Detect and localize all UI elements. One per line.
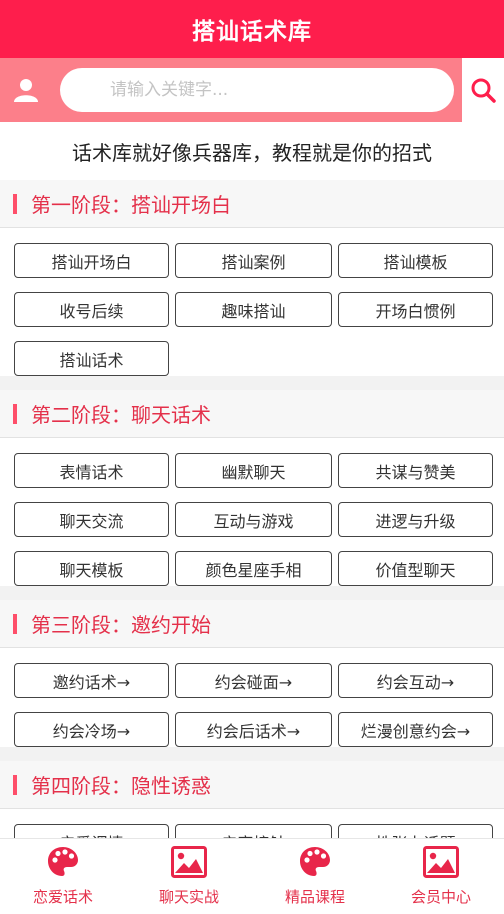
section-divider: [0, 747, 504, 761]
topic-button[interactable]: 开场白惯例: [338, 292, 493, 327]
topic-button[interactable]: 约会冷场→: [14, 712, 169, 747]
topic-button[interactable]: 亲密接触: [175, 824, 332, 838]
section-marker: [13, 613, 17, 634]
topic-button[interactable]: 价值型聊天: [338, 551, 493, 586]
topic-button[interactable]: 邀约话术→: [14, 663, 169, 698]
topic-button[interactable]: 互动与游戏: [175, 502, 332, 537]
tab-chat-practice[interactable]: 聊天实战: [126, 839, 252, 914]
topic-button[interactable]: 共谋与赞美: [338, 453, 493, 488]
section-header: 第三阶段：邀约开始: [0, 600, 504, 648]
app-header: 搭讪话术库: [0, 0, 504, 58]
search-icon: [471, 78, 496, 103]
section-title: 第四阶段：隐性诱惑: [31, 774, 211, 798]
section-header: 第二阶段：聊天话术: [0, 390, 504, 438]
section-marker: [13, 403, 17, 424]
topic-button[interactable]: 亲爱调情: [14, 824, 169, 838]
tab-label: 聊天实战: [158, 888, 219, 906]
search-button[interactable]: [462, 58, 504, 122]
section-marker: [13, 774, 17, 795]
section-title: 第一阶段：搭讪开场白: [31, 193, 231, 217]
section-title: 第三阶段：邀约开始: [31, 613, 211, 637]
tab-label: 会员中心: [410, 888, 471, 906]
topic-button[interactable]: 搭讪开场白: [14, 243, 169, 278]
content-list[interactable]: 第一阶段：搭讪开场白 搭讪开场白 搭讪案例 搭讪模板 收号后续 趣味搭讪 开场白…: [0, 180, 504, 838]
topic-button[interactable]: 聊天模板: [14, 551, 169, 586]
topic-button[interactable]: 搭讪话术: [14, 341, 169, 376]
search-bar: [0, 58, 504, 122]
topic-button[interactable]: 幽默聊天: [175, 453, 332, 488]
topic-button[interactable]: 搭讪案例: [175, 243, 332, 278]
topic-button[interactable]: 趣味搭讪: [175, 292, 332, 327]
section-header: 第四阶段：隐性诱惑: [0, 761, 504, 809]
topic-button[interactable]: 聊天交流: [14, 502, 169, 537]
topic-button[interactable]: 性张力话题: [338, 824, 493, 838]
topic-button[interactable]: 进逻与升级: [338, 502, 493, 537]
topic-button[interactable]: 颜色星座手相: [175, 551, 332, 586]
tab-member-center[interactable]: 会员中心: [378, 839, 504, 914]
tab-label: 恋爱话术: [32, 888, 93, 906]
user-button[interactable]: [0, 58, 52, 122]
bottom-tab-bar: 恋爱话术 聊天实战 精品课程 会员中心: [0, 838, 504, 914]
tab-love-talk[interactable]: 恋爱话术: [0, 839, 126, 914]
topic-button[interactable]: 约会碰面→: [175, 663, 332, 698]
section-header: 第一阶段：搭讪开场白: [0, 180, 504, 228]
topic-button[interactable]: 约会后话术→: [175, 712, 332, 747]
palette-icon: [297, 844, 333, 880]
search-input[interactable]: [60, 68, 454, 112]
tagline: 话术库就好像兵器库，教程就是你的招式: [72, 140, 432, 165]
section-marker: [13, 193, 17, 214]
tab-premium-courses[interactable]: 精品课程: [252, 839, 378, 914]
section-divider: [0, 376, 504, 390]
user-icon: [14, 79, 38, 102]
topic-button[interactable]: 烂漫创意约会→: [338, 712, 493, 747]
topic-button[interactable]: 约会互动→: [338, 663, 493, 698]
palette-icon: [45, 844, 81, 880]
topic-button[interactable]: 收号后续: [14, 292, 169, 327]
image-icon: [171, 844, 207, 880]
image-icon: [423, 844, 459, 880]
section-divider: [0, 586, 504, 600]
page-title: 搭讪话术库: [192, 19, 312, 45]
tab-label: 精品课程: [284, 888, 345, 906]
topic-button[interactable]: 表情话术: [14, 453, 169, 488]
topic-button[interactable]: 搭讪模板: [338, 243, 493, 278]
section-title: 第二阶段：聊天话术: [31, 403, 211, 427]
